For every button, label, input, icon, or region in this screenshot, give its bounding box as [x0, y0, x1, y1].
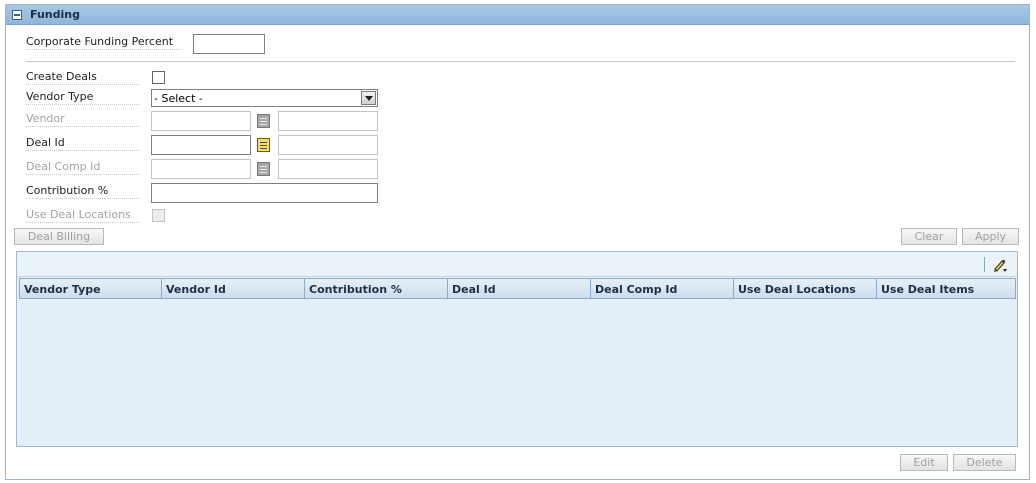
create-deals-checkbox[interactable]	[152, 71, 165, 84]
contribution-input[interactable]	[151, 183, 378, 203]
funding-table: Vendor Type Vendor Id Contribution % Dea…	[16, 251, 1018, 447]
col-contribution[interactable]: Contribution %	[305, 278, 448, 299]
col-use-deal-locations[interactable]: Use Deal Locations	[734, 278, 877, 299]
divider	[26, 61, 1015, 62]
use-deal-locations-label: Use Deal Locations	[26, 208, 139, 223]
toolbar-separator	[984, 257, 985, 272]
vendor-label: Vendor	[26, 112, 139, 127]
collapse-icon[interactable]	[12, 10, 22, 20]
col-deal-id[interactable]: Deal Id	[448, 278, 591, 299]
table-header: Vendor Type Vendor Id Contribution % Dea…	[19, 278, 1016, 299]
deal-billing-button[interactable]: Deal Billing	[14, 228, 104, 245]
deal-description-input	[278, 135, 378, 155]
edit-button[interactable]: Edit	[900, 454, 948, 471]
vendor-id-input[interactable]	[151, 111, 251, 131]
deal-comp-id-label: Deal Comp Id	[26, 160, 139, 175]
pencil-icon[interactable]	[992, 257, 1008, 273]
deal-comp-id-input[interactable]	[151, 159, 251, 179]
table-toolbar	[17, 252, 1017, 277]
deal-id-lookup-icon[interactable]	[257, 138, 270, 152]
vendor-lookup-icon[interactable]	[257, 114, 270, 128]
col-use-deal-items[interactable]: Use Deal Items	[877, 278, 1016, 299]
vendor-description-input	[278, 111, 378, 131]
panel-title: Funding	[30, 8, 80, 21]
col-deal-comp-id[interactable]: Deal Comp Id	[591, 278, 734, 299]
use-deal-locations-checkbox[interactable]	[152, 209, 165, 222]
corporate-funding-percent-label: Corporate Funding Percent	[26, 35, 181, 50]
deal-comp-lookup-icon[interactable]	[257, 162, 270, 176]
col-vendor-type[interactable]: Vendor Type	[19, 278, 162, 299]
create-deals-label: Create Deals	[26, 70, 139, 85]
contribution-label: Contribution %	[26, 184, 139, 199]
vendor-type-selected: - Select -	[154, 92, 203, 105]
col-vendor-id[interactable]: Vendor Id	[162, 278, 305, 299]
vendor-type-select[interactable]: - Select -	[151, 89, 378, 107]
apply-button[interactable]: Apply	[962, 228, 1019, 245]
delete-button[interactable]: Delete	[953, 454, 1016, 471]
vendor-type-label: Vendor Type	[26, 90, 139, 105]
deal-comp-description-input	[278, 159, 378, 179]
clear-button[interactable]: Clear	[901, 228, 957, 245]
panel-header: Funding	[6, 5, 1029, 25]
corporate-funding-percent-input[interactable]	[193, 34, 265, 54]
deal-id-label: Deal Id	[26, 136, 139, 151]
chevron-down-icon[interactable]	[361, 91, 376, 105]
deal-id-input[interactable]	[151, 135, 251, 155]
